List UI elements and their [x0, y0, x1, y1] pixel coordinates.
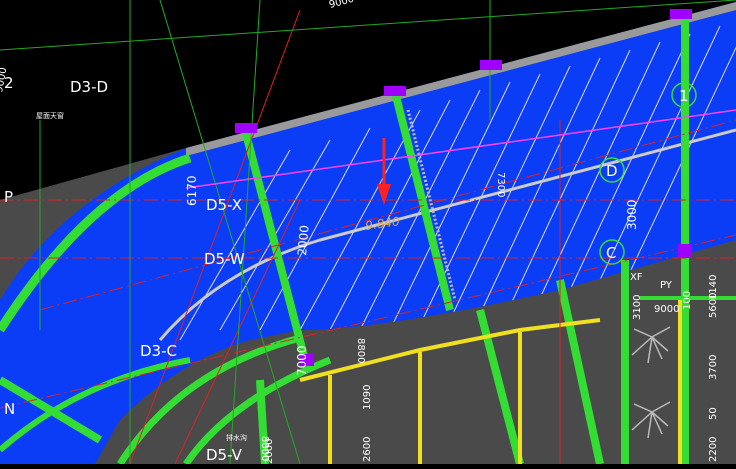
bubble-label-1: 1	[679, 87, 689, 105]
axis-label-d3-c: D3-C	[140, 342, 177, 360]
dim-top: 9000	[328, 0, 355, 11]
bubble-label-c: C	[606, 244, 616, 262]
dim-1090: 1090	[362, 385, 373, 410]
dim-2000: 2000	[295, 225, 312, 257]
dim-3000: 3000	[625, 199, 639, 230]
dim-50: 50	[708, 407, 719, 420]
axis-label-d5-v: D5-V	[206, 446, 243, 464]
cad-drawing-canvas[interactable]: 2 D3-D P D5-X D5-W D3-C N D5-V 1 D C 900…	[0, 0, 736, 466]
cad-drawing: 2 D3-D P D5-X D5-W D3-C N D5-V 1 D C 900…	[0, 0, 736, 466]
axis-label-d5-w: D5-W	[204, 250, 245, 268]
axis-label-n: N	[4, 400, 15, 418]
dim-100: 100	[682, 291, 693, 310]
dim-7000: 7000	[295, 345, 309, 376]
dim-6170: 6170	[185, 175, 199, 206]
axis-label-d3-d: D3-D	[70, 78, 108, 96]
dim-9000-small: 9000	[654, 304, 679, 315]
dim-5600: 5600	[708, 293, 719, 318]
room-code-py: PY	[660, 280, 673, 291]
dim-7300: 7300	[495, 172, 506, 197]
dim-3100: 3100	[632, 295, 643, 320]
dim-2600: 2600	[362, 437, 373, 462]
dim-2200: 2200	[708, 437, 719, 462]
axis-label-d5-x: D5-X	[206, 196, 242, 214]
dim-3700: 3700	[708, 355, 719, 380]
note-skylight: 屋面天窗	[36, 111, 64, 120]
dim-8800: 8800	[355, 338, 366, 363]
axis-label-p: P	[4, 188, 13, 206]
room-code-xf: XF	[630, 272, 643, 283]
bubble-label-d: D	[606, 162, 618, 180]
note-drain: 排水沟	[226, 433, 247, 442]
dim-bottom-8800: 8800	[259, 436, 270, 461]
